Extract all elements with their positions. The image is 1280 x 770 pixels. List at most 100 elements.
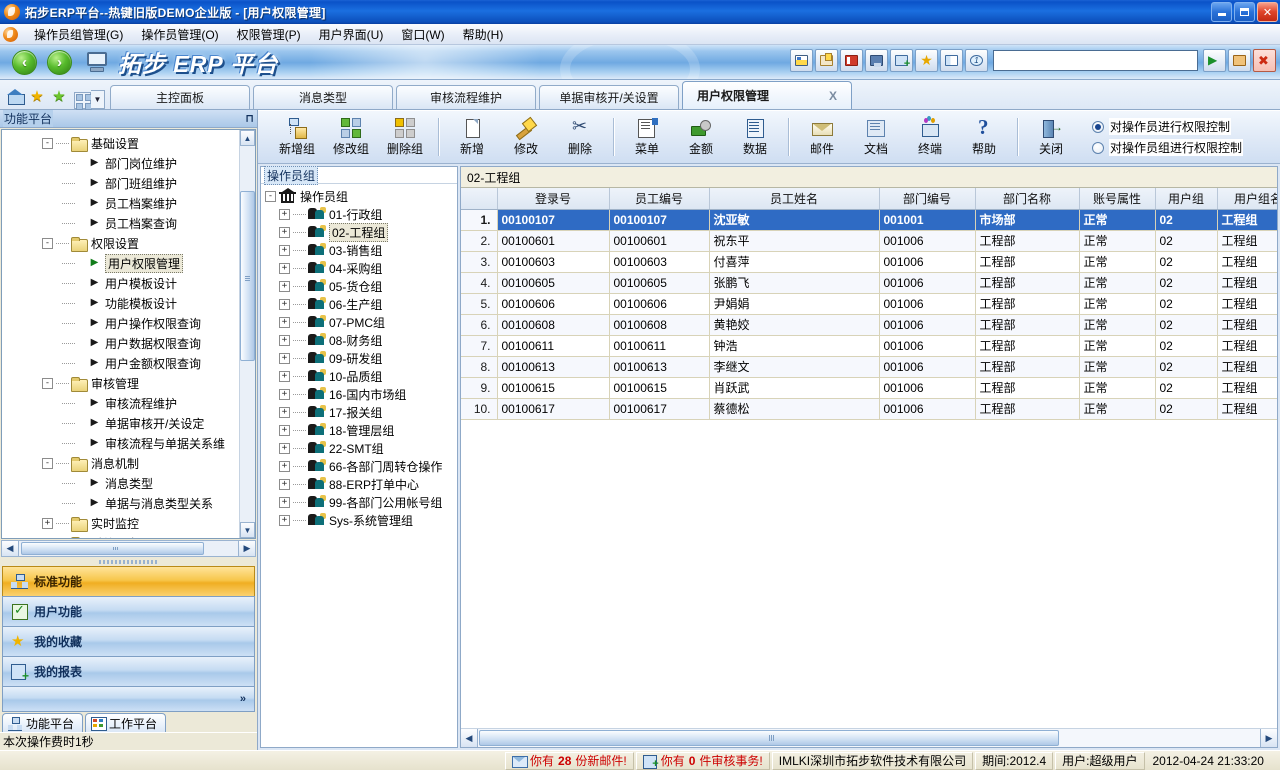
scroll-track-h[interactable] [19, 541, 238, 556]
sidebar-tree-item[interactable]: ▶用户模板设计 [2, 273, 239, 293]
tab-user-permission[interactable]: 用户权限管理 X [682, 81, 852, 109]
operator-group-item[interactable]: +03-销售组 [261, 241, 457, 259]
sidebar-tree-item[interactable]: ▶用户金额权限查询 [2, 353, 239, 373]
operator-group-item[interactable]: +17-报关组 [261, 403, 457, 421]
scroll-track-grid[interactable] [478, 729, 1260, 747]
toolbar-button-修改[interactable]: 修改 [499, 112, 553, 162]
add-report-icon[interactable] [890, 49, 913, 72]
sidebar-horizontal-scrollbar[interactable]: ◀ ▶ [1, 540, 256, 557]
operator-group-item[interactable]: +04-采购组 [261, 259, 457, 277]
operator-group-item[interactable]: +05-货仓组 [261, 277, 457, 295]
expander-icon[interactable]: + [279, 425, 290, 436]
expander-icon[interactable]: + [279, 389, 290, 400]
expander-icon[interactable]: + [279, 515, 290, 526]
table-column-header[interactable]: 部门编号 [879, 188, 975, 209]
operator-group-item[interactable]: +02-工程组 [261, 223, 457, 241]
expander-icon[interactable]: + [42, 518, 53, 529]
bottom-tab-work-platform[interactable]: 工作平台 [85, 713, 166, 732]
toolbar-button-删除[interactable]: 删除 [553, 112, 607, 162]
toolbar-button-帮助[interactable]: 帮助 [957, 112, 1011, 162]
operator-group-item[interactable]: +16-国内市场组 [261, 385, 457, 403]
sidebar-panel-button-0[interactable]: 标准功能 [2, 566, 255, 596]
maximize-button[interactable] [1234, 2, 1255, 22]
menu-item-permission[interactable]: 权限管理(P) [228, 24, 310, 45]
chevron-down-icon[interactable]: ▼ [91, 90, 105, 109]
sidebar-tree-item[interactable]: -消息机制 [2, 453, 239, 473]
expander-icon[interactable]: + [279, 209, 290, 220]
sidebar-tree-item[interactable]: ▶用户权限管理 [2, 253, 239, 273]
tab-message-type[interactable]: 消息类型 [253, 85, 393, 109]
sidebar-tree-item[interactable]: ▶员工档案维护 [2, 193, 239, 213]
expander-icon[interactable]: + [279, 245, 290, 256]
scroll-thumb[interactable] [240, 191, 255, 361]
home-icon[interactable] [1228, 49, 1251, 72]
operator-group-item[interactable]: +66-各部门周转仓操作 [261, 457, 457, 475]
scroll-thumb-grid[interactable] [479, 730, 1059, 746]
tab-main-panel[interactable]: 主控面板 [110, 85, 250, 109]
toolbar-button-新增组[interactable]: 新增组 [270, 112, 324, 162]
back-button[interactable]: ‹ [12, 50, 37, 75]
folder-up-icon[interactable] [815, 49, 838, 72]
forward-button[interactable]: › [47, 50, 72, 75]
menu-item-window[interactable]: 窗口(W) [392, 24, 453, 45]
expander-icon[interactable]: - [42, 378, 53, 389]
expander-icon[interactable]: - [42, 138, 53, 149]
expander-icon[interactable]: - [42, 458, 53, 469]
expander-icon[interactable]: + [279, 353, 290, 364]
table-row[interactable]: 3.0010060300100603付喜萍001006工程部正常02工程组Adm… [461, 251, 1277, 272]
expander-icon[interactable]: + [279, 317, 290, 328]
network-icon[interactable] [865, 49, 888, 72]
expander-icon[interactable]: + [279, 479, 290, 490]
expander-icon[interactable]: + [279, 443, 290, 454]
toolbar-button-邮件[interactable]: 邮件 [795, 112, 849, 162]
table-row[interactable]: 10.0010061700100617蔡德松001006工程部正常02工程组Ad… [461, 398, 1277, 419]
table-column-header[interactable]: 登录号 [497, 188, 609, 209]
panel-icon[interactable] [790, 49, 813, 72]
scroll-left-icon[interactable]: ◀ [461, 729, 478, 747]
expander-icon[interactable]: + [279, 263, 290, 274]
table-row[interactable]: 5.0010060600100606尹娟娟001006工程部正常02工程组Adm… [461, 293, 1277, 314]
table-row[interactable]: 4.0010060500100605张鹏飞001006工程部正常02工程组Adm… [461, 272, 1277, 293]
go-button-icon[interactable]: ▶ [1203, 49, 1226, 72]
expander-icon[interactable]: + [279, 299, 290, 310]
table-row[interactable]: 9.0010061500100615肖跃武001006工程部正常02工程组adm… [461, 377, 1277, 398]
add-favorite-icon[interactable]: ★ [48, 83, 70, 109]
table-row[interactable]: 1.0010010700100107沈亚敏001001市场部正常02工程组adm [461, 209, 1277, 230]
sidebar-tree-item[interactable]: -基础设置 [2, 133, 239, 153]
favorite-star-icon[interactable]: ★ [26, 83, 48, 109]
table-row[interactable]: 6.0010060800100608黄艳姣001006工程部正常02工程组Adm… [461, 314, 1277, 335]
scroll-down-icon[interactable]: ▼ [240, 522, 255, 538]
tab-audit-flow[interactable]: 审核流程维护 [396, 85, 536, 109]
table-column-header[interactable]: 账号属性 [1079, 188, 1155, 209]
operator-group-item[interactable]: +09-研发组 [261, 349, 457, 367]
function-tree[interactable]: -基础设置▶部门岗位维护▶部门班组维护▶员工档案维护▶员工档案查询-权限设置▶用… [2, 130, 239, 538]
operator-group-item[interactable]: +88-ERP打单中心 [261, 475, 457, 493]
expander-icon[interactable]: - [265, 191, 276, 202]
menu-item-operator[interactable]: 操作员管理(O) [132, 24, 227, 45]
sidebar-tree-item[interactable]: ▶审核流程与单据关系维 [2, 433, 239, 453]
status-mail[interactable]: 你有 28 份新邮件! [505, 752, 634, 770]
sidebar-tree-item[interactable]: ▶部门岗位维护 [2, 153, 239, 173]
table-column-header[interactable]: 员工姓名 [709, 188, 879, 209]
operator-group-root[interactable]: -操作员组 [261, 187, 457, 205]
radio-option-0[interactable]: 对操作员进行权限控制 [1092, 118, 1243, 135]
scroll-thumb-h[interactable] [21, 542, 204, 555]
tab-list-icon[interactable] [74, 92, 91, 109]
table-column-header[interactable]: 用户组名称 [1217, 188, 1277, 209]
toolbar-button-新增[interactable]: 新增 [445, 112, 499, 162]
operator-group-item[interactable]: +10-品质组 [261, 367, 457, 385]
close-all-icon[interactable]: ✖ [1253, 49, 1276, 72]
toolbar-button-修改组[interactable]: 修改组 [324, 112, 378, 162]
sidebar-tree-item[interactable]: ▶用户数据权限查询 [2, 333, 239, 353]
close-button[interactable]: ✕ [1257, 2, 1278, 22]
toolbar-button-删除组[interactable]: 删除组 [378, 112, 432, 162]
expander-icon[interactable]: + [279, 371, 290, 382]
info-icon[interactable]: 1 [965, 49, 988, 72]
sidebar-vertical-scrollbar[interactable]: ▲ ▼ [239, 130, 255, 538]
table-column-header[interactable] [461, 188, 497, 209]
search-input[interactable] [993, 50, 1198, 71]
radio-icon[interactable] [1092, 142, 1104, 154]
table-column-header[interactable]: 员工编号 [609, 188, 709, 209]
grid-horizontal-scrollbar[interactable]: ◀ ▶ [461, 728, 1277, 747]
expander-icon[interactable]: + [279, 281, 290, 292]
